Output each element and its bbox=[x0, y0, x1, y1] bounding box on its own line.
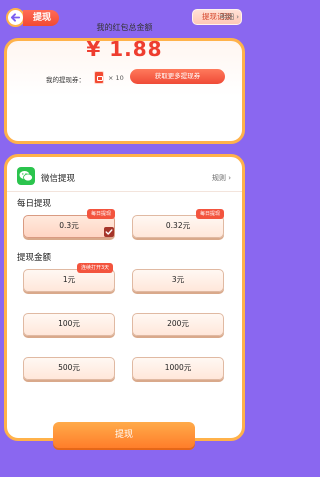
option-label: 100元 bbox=[58, 319, 80, 328]
amount-option-200[interactable]: 200元 bbox=[132, 313, 224, 336]
balance-amount: ¥ 1.88 bbox=[86, 37, 163, 61]
option-label: 0.3元 bbox=[59, 221, 79, 230]
amount-option-100[interactable]: 100元 bbox=[23, 313, 115, 336]
amount-option-1000[interactable]: 1000元 bbox=[132, 357, 224, 380]
withdraw-method-title: 微信提现 bbox=[41, 174, 76, 184]
option-label: 200元 bbox=[167, 319, 189, 328]
daily-tag: 每日提现 bbox=[87, 209, 116, 219]
balance-label: 我的红包总金额 bbox=[96, 23, 153, 32]
withdraw-amount-title: 提现金额 bbox=[17, 253, 52, 263]
voucher-count: × 10 bbox=[108, 74, 124, 82]
amount-option-3[interactable]: 3元 bbox=[132, 269, 224, 292]
voucher-label: 我的提现券： bbox=[46, 76, 85, 84]
daily-tag: 每日提现 bbox=[196, 209, 225, 219]
bottom-bar bbox=[0, 448, 249, 477]
detail-link[interactable]: 明细 › bbox=[220, 12, 239, 22]
withdraw-submit-button[interactable]: 提现 bbox=[53, 422, 195, 448]
wechat-icon bbox=[17, 167, 35, 185]
rules-link[interactable]: 规则 › bbox=[212, 173, 231, 183]
voucher-ticket-icon bbox=[94, 71, 104, 84]
option-label: 1000元 bbox=[164, 363, 192, 372]
amount-option-500[interactable]: 500元 bbox=[23, 357, 115, 380]
daily-withdraw-title: 每日提现 bbox=[17, 199, 52, 209]
get-more-vouchers-button[interactable]: 获取更多提现券 bbox=[130, 69, 225, 84]
option-label: 1元 bbox=[62, 275, 76, 284]
divider bbox=[7, 191, 242, 192]
option-label: 500元 bbox=[58, 363, 80, 372]
checkmark-icon bbox=[104, 227, 114, 237]
consecutive-days-tag: 连续打开3天 bbox=[77, 263, 114, 273]
option-label: 0.32元 bbox=[165, 221, 191, 230]
option-label: 3元 bbox=[171, 275, 185, 284]
